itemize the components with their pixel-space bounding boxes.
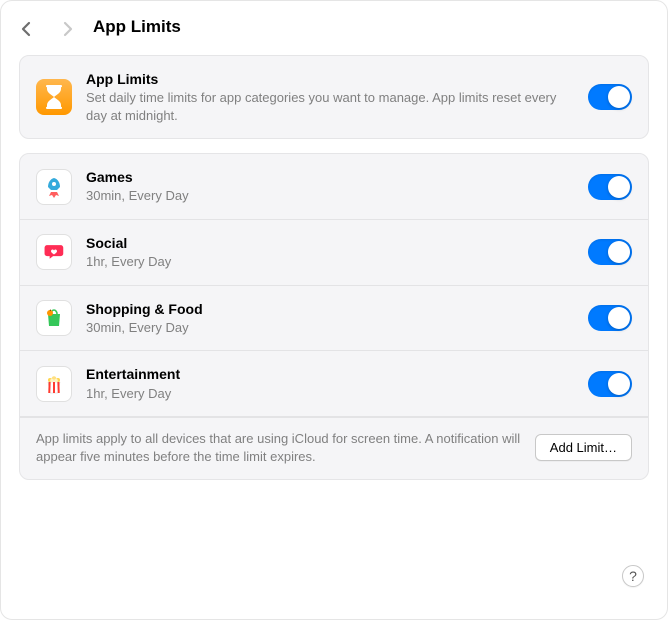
heart-bubble-icon [36, 234, 72, 270]
hourglass-icon [36, 79, 72, 115]
category-detail: 1hr, Every Day [86, 385, 574, 403]
chevron-right-icon [61, 21, 73, 37]
help-button[interactable]: ? [622, 565, 644, 587]
category-name: Games [86, 168, 574, 186]
rocket-icon [36, 169, 72, 205]
summary-description: Set daily time limits for app categories… [86, 89, 574, 124]
shopping-bag-icon [36, 300, 72, 336]
category-list: Games 30min, Every Day Social 1hr, Every… [19, 153, 649, 480]
category-row-social[interactable]: Social 1hr, Every Day [20, 220, 648, 286]
category-row-entertainment[interactable]: Entertainment 1hr, Every Day [20, 351, 648, 417]
back-button[interactable] [21, 21, 33, 33]
nav-arrows [21, 21, 73, 33]
category-toggle-social[interactable] [588, 239, 632, 265]
category-name: Social [86, 234, 574, 252]
app-limits-master-toggle[interactable] [588, 84, 632, 110]
category-detail: 30min, Every Day [86, 187, 574, 205]
content-area: App Limits Set daily time limits for app… [1, 47, 667, 498]
app-limits-window: App Limits App Limits Set daily time lim… [0, 0, 668, 620]
category-name: Shopping & Food [86, 300, 574, 318]
category-toggle-shopping[interactable] [588, 305, 632, 331]
category-toggle-entertainment[interactable] [588, 371, 632, 397]
forward-button[interactable] [61, 21, 73, 33]
category-detail: 1hr, Every Day [86, 253, 574, 271]
app-limits-summary-card: App Limits Set daily time limits for app… [19, 55, 649, 139]
category-detail: 30min, Every Day [86, 319, 574, 337]
footer-note: App limits apply to all devices that are… [36, 430, 521, 465]
header-bar: App Limits [1, 1, 667, 47]
category-row-games[interactable]: Games 30min, Every Day [20, 154, 648, 220]
category-toggle-games[interactable] [588, 174, 632, 200]
chevron-left-icon [21, 21, 33, 37]
page-title: App Limits [93, 17, 181, 37]
popcorn-icon [36, 366, 72, 402]
list-footer: App limits apply to all devices that are… [20, 417, 648, 479]
summary-title: App Limits [86, 70, 574, 88]
category-name: Entertainment [86, 365, 574, 383]
category-row-shopping[interactable]: Shopping & Food 30min, Every Day [20, 286, 648, 352]
add-limit-button[interactable]: Add Limit… [535, 434, 632, 461]
